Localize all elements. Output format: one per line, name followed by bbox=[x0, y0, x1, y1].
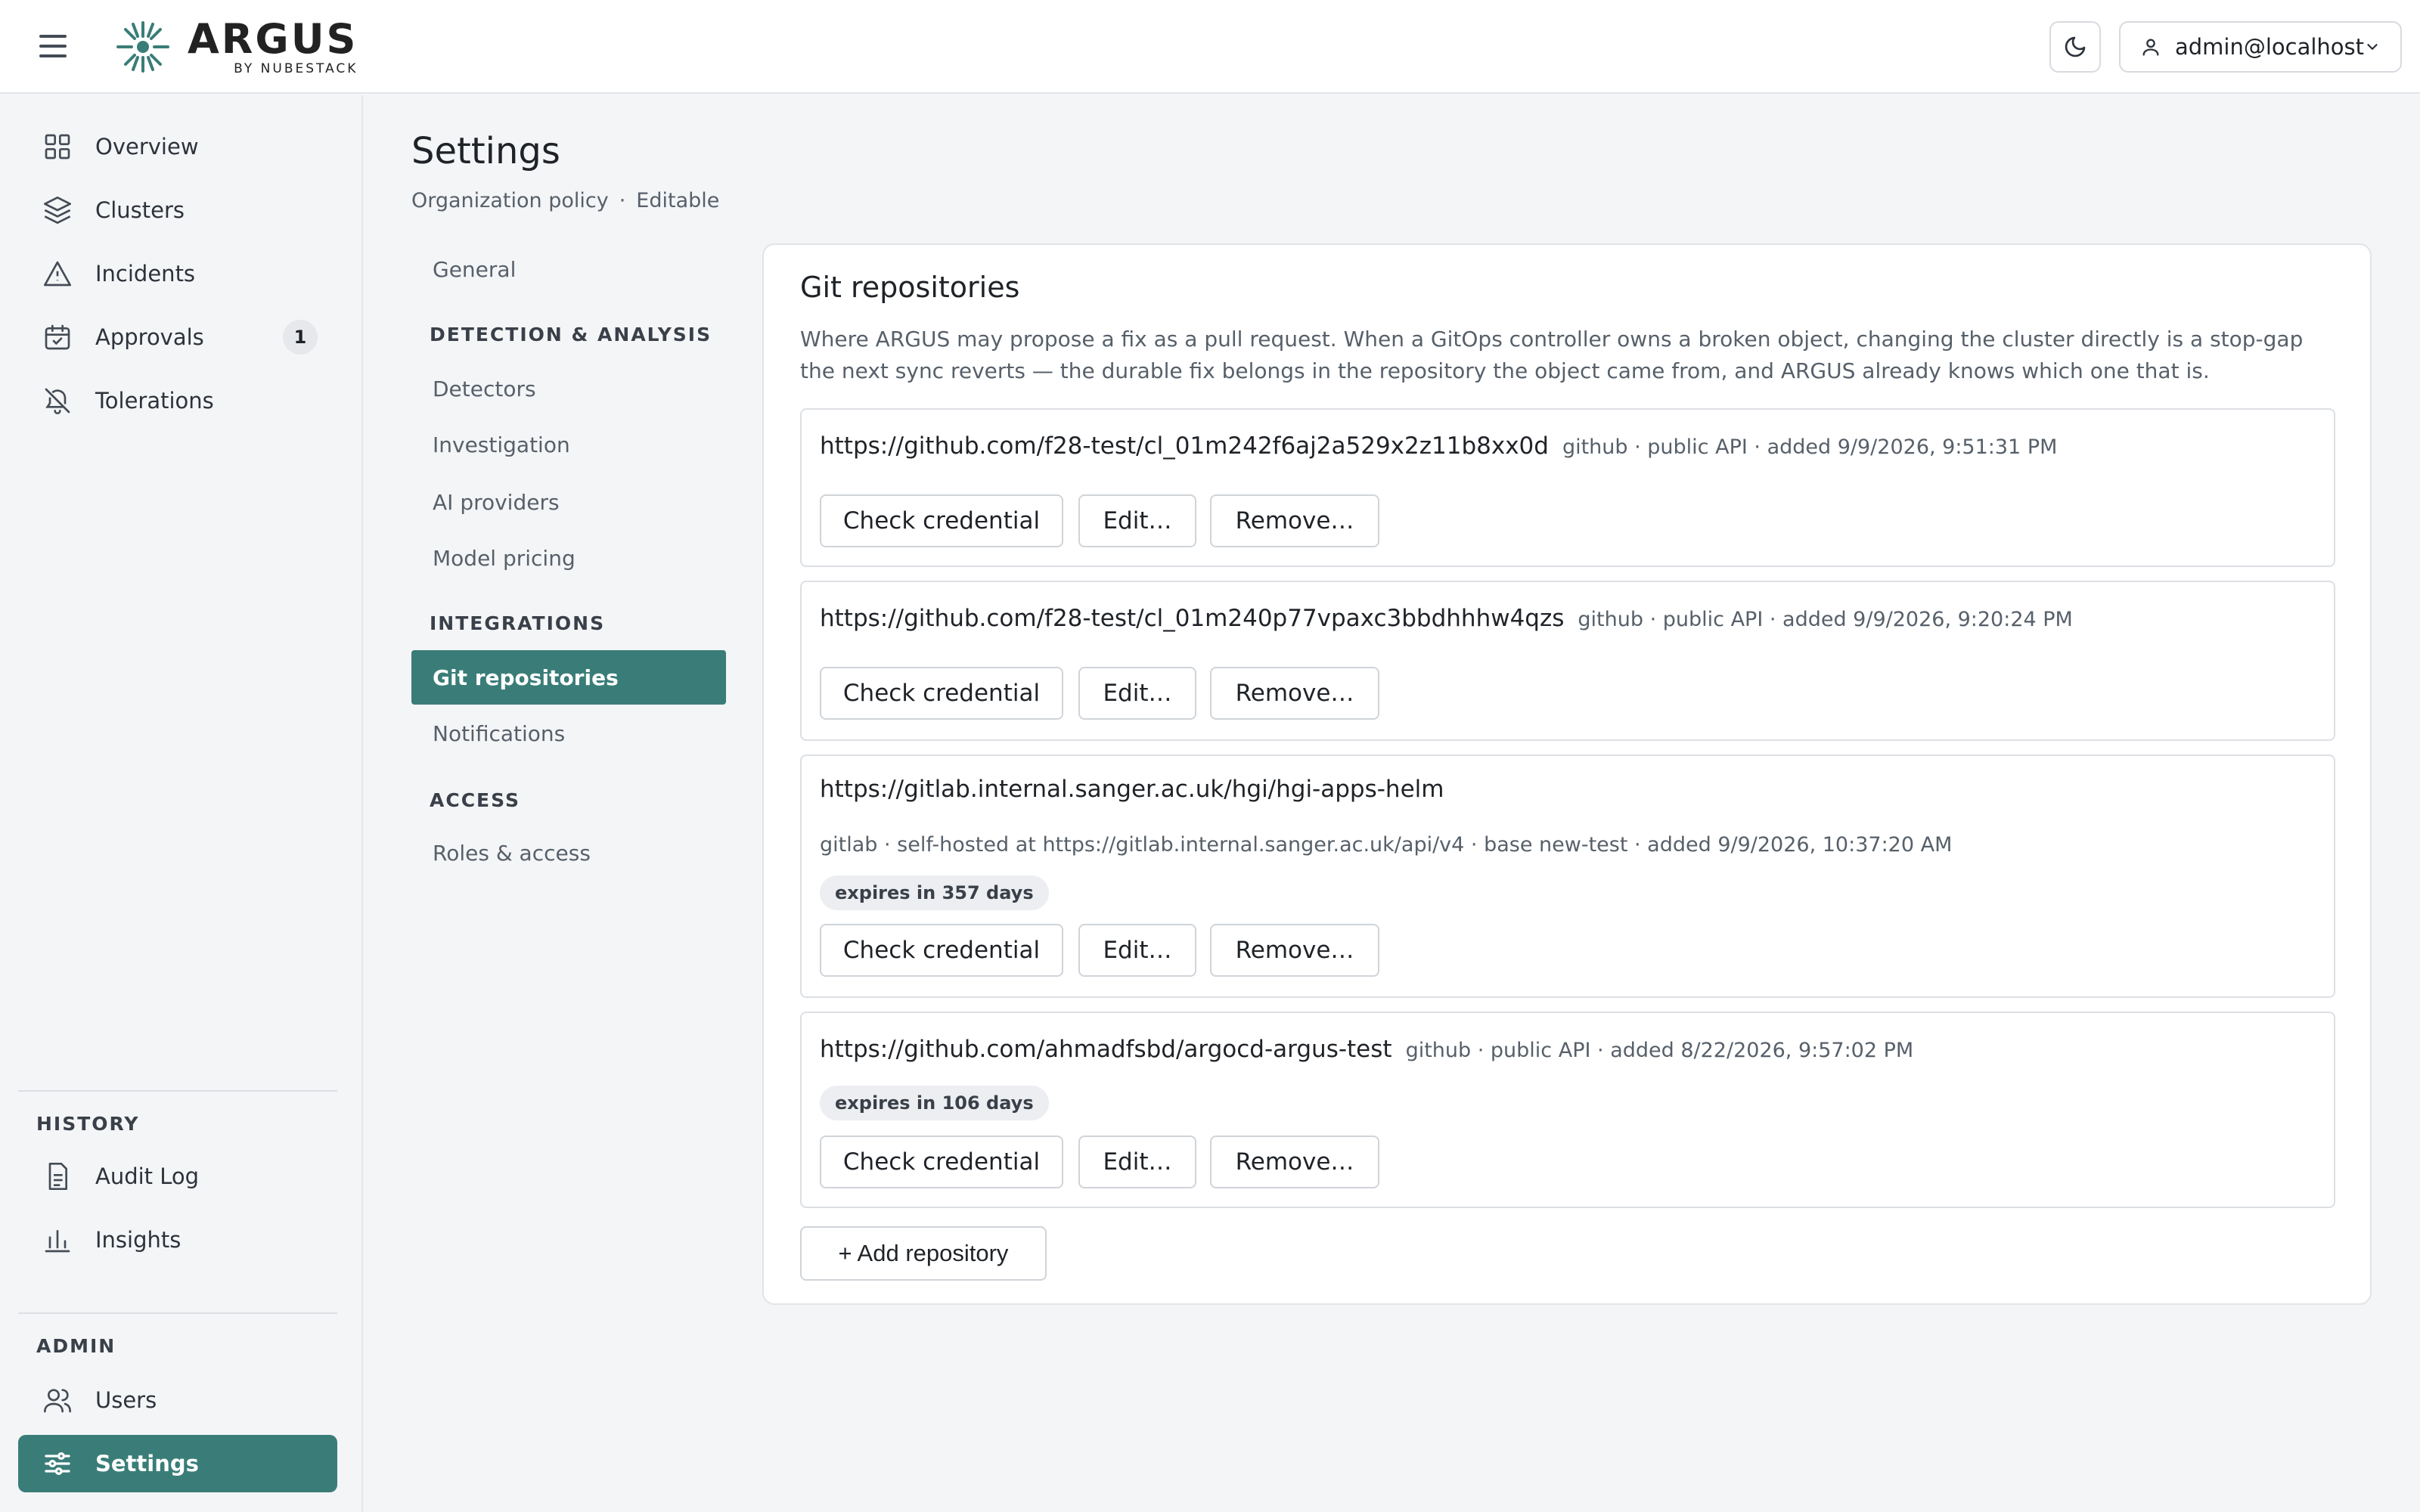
check-credential-button[interactable]: Check credential bbox=[820, 494, 1063, 547]
theme-toggle-button[interactable] bbox=[2049, 21, 2101, 73]
repository-meta: github · public API · added 9/9/2026, 9:… bbox=[1578, 608, 2073, 631]
repository-meta: gitlab · self-hosted at https://gitlab.i… bbox=[820, 833, 1953, 857]
settings-nav-roles-access[interactable]: Roles & access bbox=[411, 826, 726, 880]
chevron-down-icon bbox=[2367, 44, 2378, 50]
settings-nav-detectors[interactable]: Detectors bbox=[411, 361, 726, 416]
sidebar-section-history: HISTORY bbox=[36, 1113, 140, 1135]
repository-card: https://github.com/f28-test/cl_01m240p77… bbox=[800, 581, 2335, 741]
sidebar-item-label: Overview bbox=[95, 134, 199, 160]
subtitle-separator: · bbox=[619, 189, 626, 212]
settings-nav-investigation[interactable]: Investigation bbox=[411, 417, 726, 472]
sidebar-item-overview[interactable]: Overview bbox=[18, 118, 337, 175]
sidebar-item-label: Audit Log bbox=[95, 1163, 200, 1189]
remove-button[interactable]: Remove… bbox=[1210, 667, 1379, 720]
settings-nav-general[interactable]: General bbox=[411, 242, 726, 296]
expiry-badge: expires in 357 days bbox=[820, 875, 1049, 910]
user-icon bbox=[2142, 39, 2159, 56]
approvals-count-badge: 1 bbox=[283, 320, 318, 355]
settings-section-access: ACCESS bbox=[430, 789, 521, 811]
edit-button[interactable]: Edit… bbox=[1078, 667, 1196, 720]
policy-label: Organization policy bbox=[411, 189, 609, 212]
app-byline: BY NUBESTACK bbox=[234, 60, 358, 76]
repository-meta: github · public API · added 9/9/2026, 9:… bbox=[1562, 435, 2058, 459]
check-credential-button[interactable]: Check credential bbox=[820, 924, 1063, 977]
repository-header: https://github.com/f28-test/cl_01m240p77… bbox=[820, 605, 2073, 632]
editable-label: Editable bbox=[636, 189, 720, 212]
repository-header: https://gitlab.internal.sanger.ac.uk/hgi… bbox=[820, 776, 1444, 803]
sidebar-item-approvals[interactable]: Approvals 1 bbox=[18, 308, 337, 366]
git-repositories-panel: Git repositories Where ARGUS may propose… bbox=[762, 243, 2372, 1305]
repository-meta-line: gitlab · self-hosted at https://gitlab.i… bbox=[820, 833, 1952, 857]
document-icon bbox=[41, 1160, 74, 1193]
moon-icon bbox=[2065, 36, 2086, 57]
settings-nav-git-repositories[interactable]: Git repositories bbox=[411, 650, 726, 705]
settings-nav-notifications[interactable]: Notifications bbox=[411, 706, 726, 761]
check-credential-button[interactable]: Check credential bbox=[820, 1136, 1063, 1188]
remove-button[interactable]: Remove… bbox=[1210, 924, 1379, 977]
repository-header: https://github.com/f28-test/cl_01m242f6a… bbox=[820, 432, 2057, 460]
add-repository-button[interactable]: + Add repository bbox=[800, 1226, 1047, 1281]
repository-meta: github · public API · added 8/22/2026, 9… bbox=[1405, 1039, 1914, 1062]
users-icon bbox=[41, 1383, 74, 1417]
remove-button[interactable]: Remove… bbox=[1210, 1136, 1379, 1188]
sliders-icon bbox=[41, 1447, 74, 1480]
settings-section-detection: DETECTION & ANALYSIS bbox=[430, 324, 712, 345]
page-subtitle: Organization policy · Editable bbox=[411, 189, 719, 212]
menu-icon[interactable] bbox=[39, 35, 67, 57]
sidebar-item-label: Clusters bbox=[95, 197, 185, 223]
sidebar-item-clusters[interactable]: Clusters bbox=[18, 181, 337, 239]
settings-nav-model-pricing[interactable]: Model pricing bbox=[411, 531, 726, 585]
repository-header: https://github.com/ahmadfsbd/argocd-argu… bbox=[820, 1036, 1913, 1063]
repository-url: https://github.com/f28-test/cl_01m242f6a… bbox=[820, 432, 1549, 460]
sidebar-item-audit-log[interactable]: Audit Log bbox=[18, 1148, 337, 1205]
sidebar-item-label: Users bbox=[95, 1387, 157, 1413]
sidebar-divider bbox=[18, 1312, 337, 1314]
edit-button[interactable]: Edit… bbox=[1078, 1136, 1196, 1188]
sidebar-item-users[interactable]: Users bbox=[18, 1371, 337, 1429]
layers-icon bbox=[41, 194, 74, 227]
sidebar-item-label: Insights bbox=[95, 1227, 182, 1253]
panel-description: Where ARGUS may propose a fix as a pull … bbox=[800, 327, 2304, 383]
repository-url: https://gitlab.internal.sanger.ac.uk/hgi… bbox=[820, 776, 1444, 803]
settings-section-integrations: INTEGRATIONS bbox=[430, 612, 606, 634]
app-name: ARGUS bbox=[188, 14, 358, 63]
check-credential-button[interactable]: Check credential bbox=[820, 667, 1063, 720]
grid-icon bbox=[41, 130, 74, 163]
edit-button[interactable]: Edit… bbox=[1078, 924, 1196, 977]
sidebar-item-incidents[interactable]: Incidents bbox=[18, 245, 337, 302]
repository-card: https://github.com/ahmadfsbd/argocd-argu… bbox=[800, 1012, 2335, 1208]
sidebar-section-admin: ADMIN bbox=[36, 1335, 116, 1357]
settings-nav-ai-providers[interactable]: AI providers bbox=[411, 475, 726, 529]
repository-url: https://github.com/ahmadfsbd/argocd-argu… bbox=[820, 1036, 1392, 1063]
sidebar-item-settings[interactable]: Settings bbox=[18, 1435, 337, 1492]
sidebar-item-label: Incidents bbox=[95, 261, 196, 287]
app-logo[interactable]: ARGUS BY NUBESTACK bbox=[113, 18, 358, 76]
edit-button[interactable]: Edit… bbox=[1078, 494, 1196, 547]
user-menu-button[interactable]: admin@localhost bbox=[2119, 21, 2402, 73]
repository-card: https://gitlab.internal.sanger.ac.uk/hgi… bbox=[800, 754, 2335, 998]
user-email: admin@localhost bbox=[2174, 34, 2365, 60]
top-bar: ARGUS BY NUBESTACK admin@localhost bbox=[0, 0, 2420, 94]
bar-chart-icon bbox=[41, 1223, 74, 1256]
sidebar-item-tolerations[interactable]: Tolerations bbox=[18, 372, 337, 429]
page-title: Settings bbox=[411, 130, 560, 172]
sidebar-item-label: Approvals bbox=[95, 324, 204, 350]
panel-title: Git repositories bbox=[800, 271, 1020, 304]
sidebar-item-insights[interactable]: Insights bbox=[18, 1211, 337, 1269]
repository-url: https://github.com/f28-test/cl_01m240p77… bbox=[820, 605, 1565, 632]
sidebar-item-label: Settings bbox=[95, 1451, 199, 1476]
expiry-badge: expires in 106 days bbox=[820, 1086, 1049, 1120]
sidebar: Overview Clusters Incidents Approvals 1 … bbox=[0, 95, 363, 1512]
calendar-check-icon bbox=[41, 321, 74, 354]
sidebar-divider bbox=[18, 1090, 337, 1092]
sidebar-item-label: Tolerations bbox=[95, 388, 214, 414]
remove-button[interactable]: Remove… bbox=[1210, 494, 1379, 547]
bell-off-icon bbox=[41, 384, 74, 417]
warning-icon bbox=[41, 257, 74, 290]
argus-logo-icon bbox=[116, 21, 169, 73]
repository-card: https://github.com/f28-test/cl_01m242f6a… bbox=[800, 408, 2335, 567]
